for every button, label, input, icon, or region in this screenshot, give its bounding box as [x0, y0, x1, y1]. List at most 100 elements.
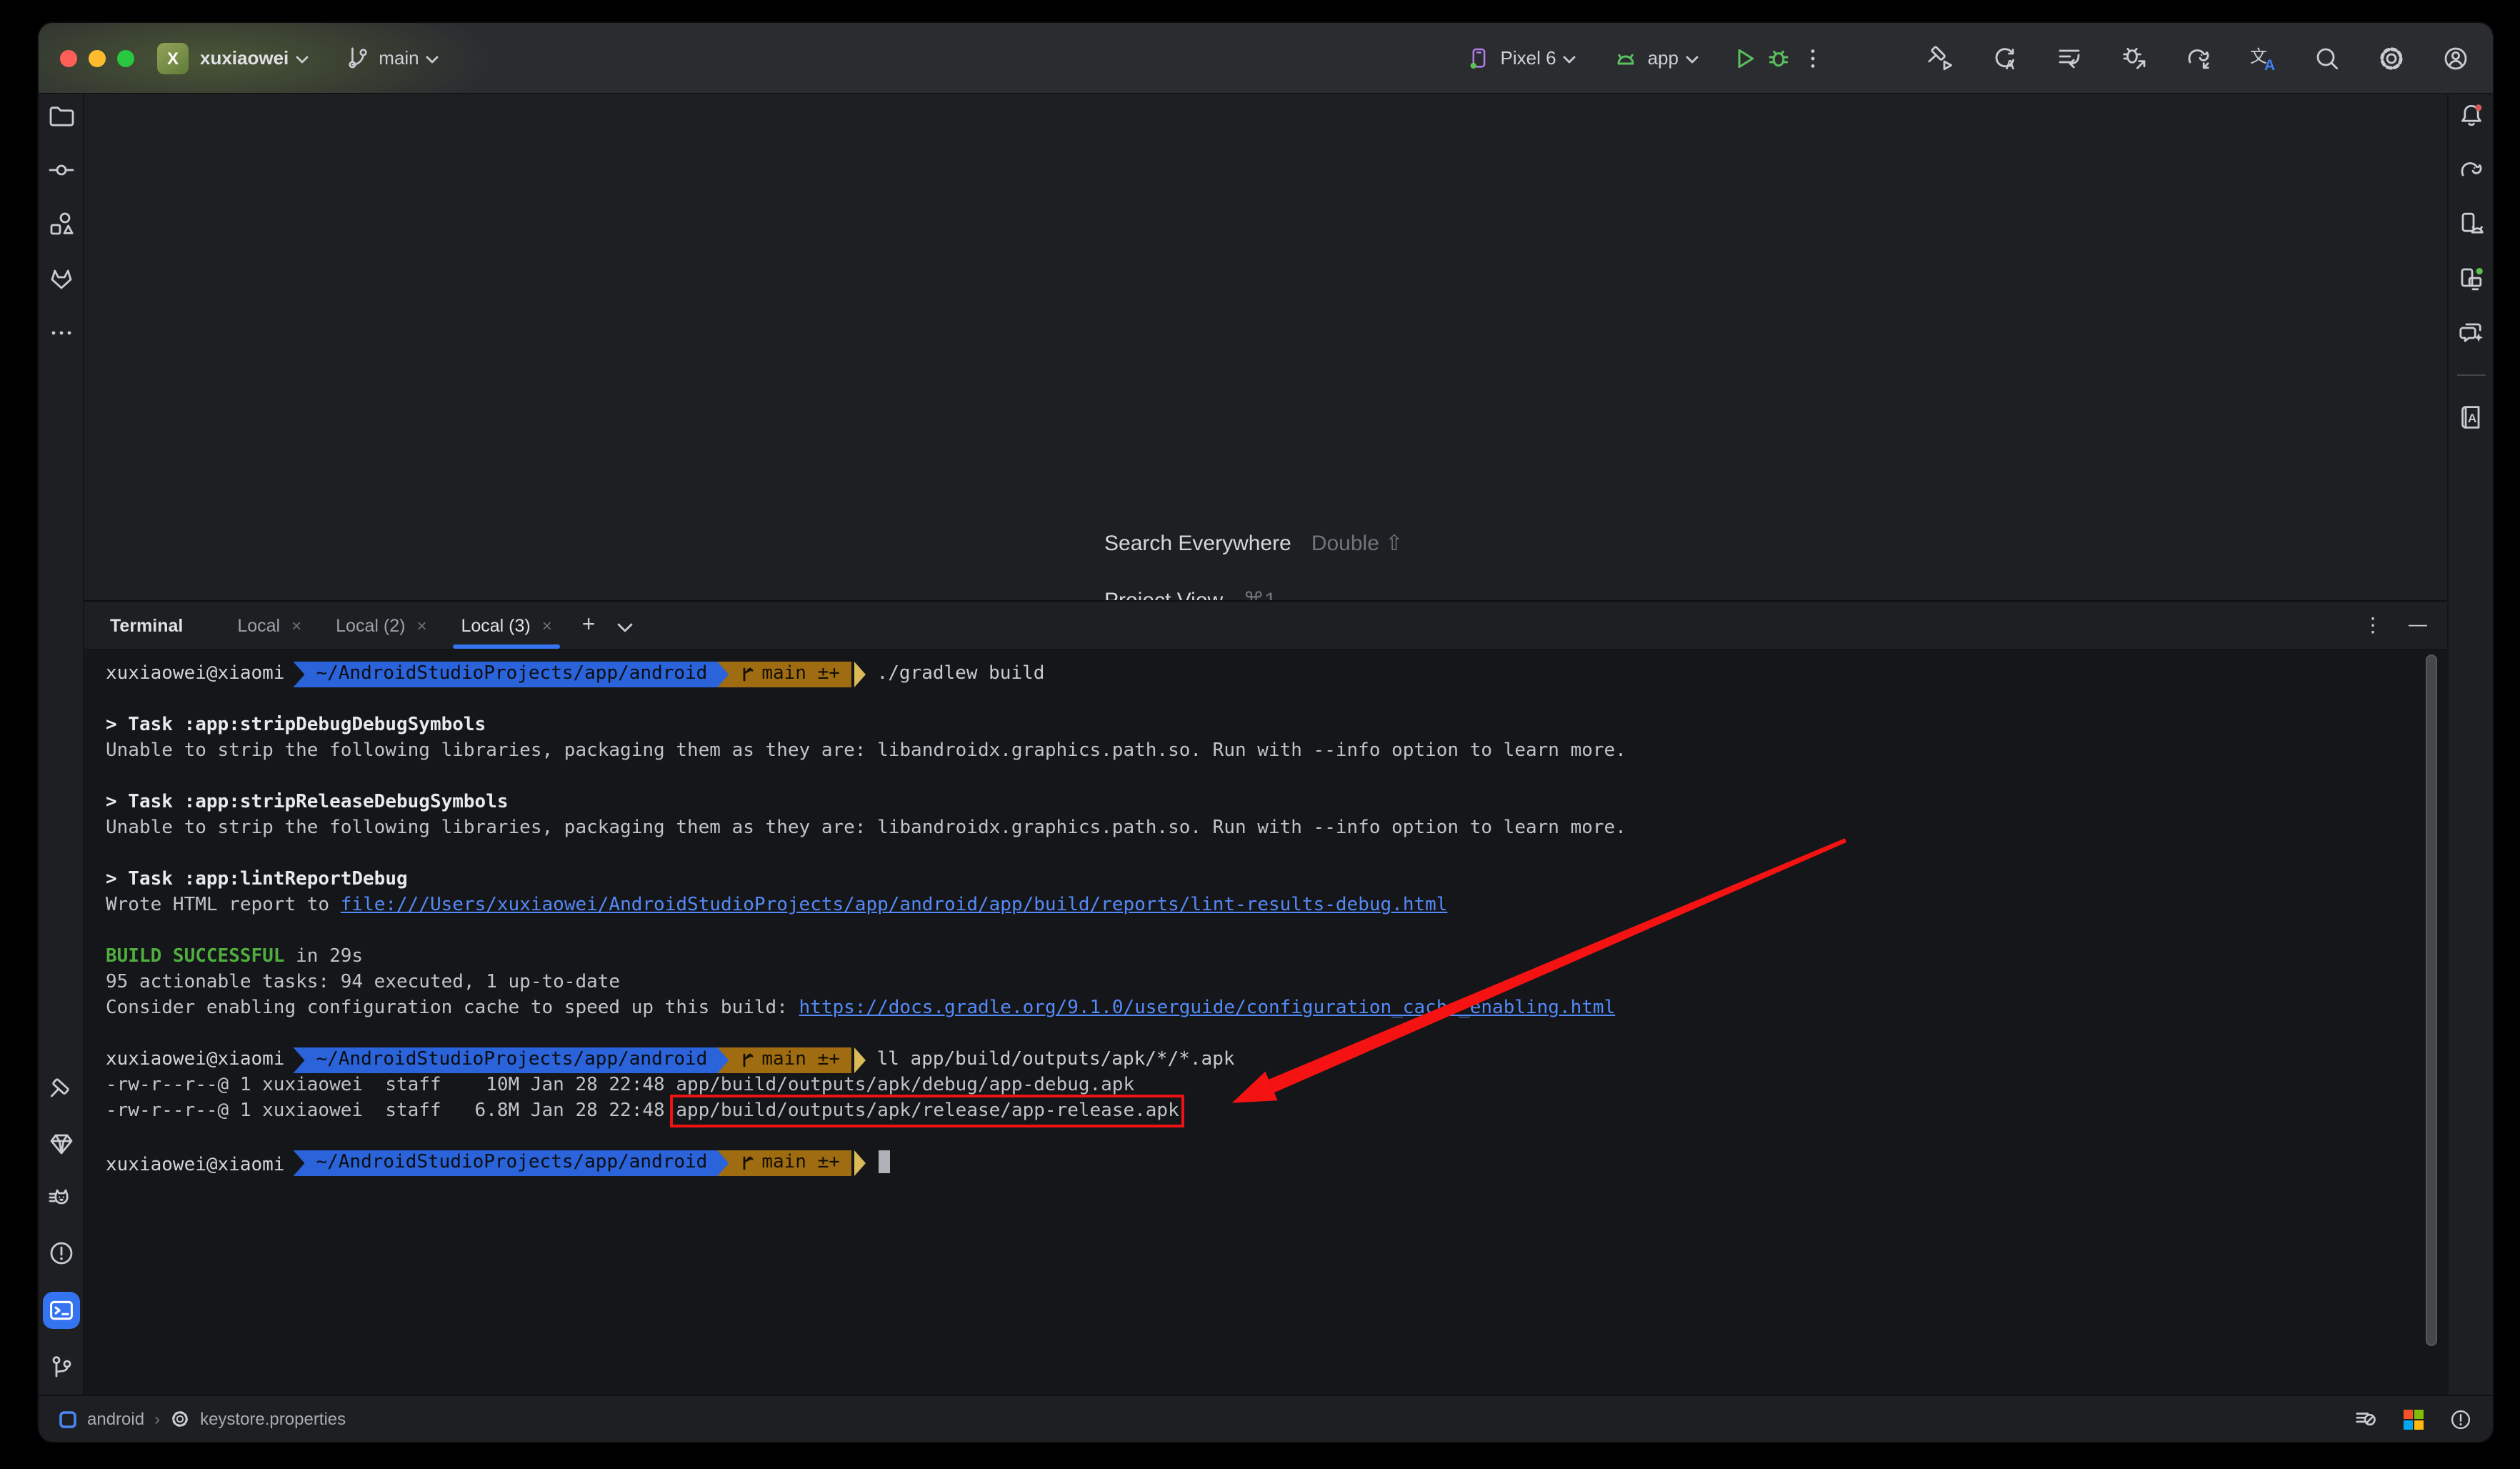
zoom-window-button[interactable] — [117, 49, 134, 66]
terminal-text: 95 actionable tasks: 94 executed, 1 up-t… — [106, 972, 620, 993]
terminal-text: -rw-r--r--@ 1 xuxiaowei staff 6.8M Jan 2… — [106, 1100, 676, 1122]
prompt-path-segment: ~/AndroidStudioProjects/app/android — [293, 662, 729, 687]
search-icon — [2313, 44, 2341, 72]
phone-android-icon — [2456, 210, 2485, 239]
reader-mode-off-icon[interactable] — [2354, 1407, 2379, 1431]
prompt-user: xuxiaowei@xiaomi — [106, 1155, 284, 1176]
close-window-button[interactable] — [60, 49, 77, 66]
terminal-text: Wrote HTML report to — [106, 895, 341, 916]
chat-sparkle-icon — [2456, 319, 2485, 347]
panel-minimize-button[interactable]: — — [2409, 612, 2427, 634]
terminal-blank-line — [106, 765, 2447, 790]
terminal-prompt-line: xuxiaowei@xiaomi~/AndroidStudioProjects/… — [106, 1150, 2447, 1176]
terminal-blank-line — [106, 842, 2447, 867]
terminal-text: Consider enabling configuration cache to… — [106, 997, 799, 1019]
android-icon — [1614, 45, 1639, 71]
tool-terminal-button[interactable] — [42, 1292, 79, 1329]
tool-resource-manager-button[interactable] — [45, 209, 76, 240]
close-icon[interactable]: × — [416, 615, 426, 635]
terminal-text: BUILD SUCCESSFUL — [106, 946, 284, 967]
breadcrumb[interactable]: android › keystore.properties — [59, 1409, 346, 1429]
commit-icon — [46, 156, 75, 184]
window-controls — [60, 49, 134, 66]
panel-options-button[interactable]: ⋮ — [2363, 613, 2383, 637]
svg-text:A: A — [2006, 57, 2015, 71]
tool-app-quality-insights-button[interactable] — [45, 1129, 76, 1160]
gradle-elephant-sync-icon — [2184, 44, 2213, 72]
terminal-panel: Terminal Local× Local (2)× Local (3)× + — [84, 602, 2447, 1395]
minimize-window-button[interactable] — [89, 49, 106, 66]
terminal-text: > Task :app:stripDebugDebugSymbols — [106, 714, 486, 736]
device-selector[interactable]: Pixel 6 — [1466, 45, 1576, 71]
close-icon[interactable]: × — [291, 615, 301, 635]
translate-button[interactable]: 文 A — [2246, 41, 2280, 75]
project-widget[interactable]: X xuxiaowei — [157, 42, 309, 74]
rerun-with-a-button[interactable]: A — [1989, 41, 2023, 75]
terminal-blank-line — [106, 1125, 2447, 1150]
terminal-link[interactable]: file:///Users/xuxiaowei/AndroidStudioPro… — [341, 895, 1448, 916]
terminal-output-line: Unable to strip the following libraries,… — [106, 816, 2447, 842]
apply-code-changes-button[interactable] — [2053, 41, 2087, 75]
vcs-widget[interactable]: main — [346, 46, 439, 70]
tab-local-2[interactable]: Local (2)× — [319, 602, 444, 649]
close-icon[interactable]: × — [542, 615, 552, 635]
prompt-user: xuxiaowei@xiaomi — [106, 1049, 284, 1070]
tool-dictionary-button[interactable]: A — [2455, 402, 2486, 433]
device-icon — [1466, 45, 1492, 71]
terminal-link[interactable]: https://docs.gradle.org/9.1.0/userguide/… — [799, 997, 1616, 1019]
microsoft-logo-icon[interactable] — [2403, 1408, 2424, 1430]
hammer-play-icon — [1927, 44, 1956, 72]
breadcrumb-module: android — [87, 1409, 144, 1429]
search-everywhere-button[interactable] — [2310, 41, 2344, 75]
tool-logcat-button[interactable] — [45, 1183, 76, 1215]
debug-button[interactable] — [1761, 41, 1796, 75]
folder-icon — [46, 101, 75, 130]
profile-button[interactable] — [2439, 41, 2473, 75]
terminal-output[interactable]: xuxiaowei@xiaomi ~/AndroidStudioProjects/… — [84, 650, 2447, 1395]
terminal-icon — [46, 1296, 75, 1325]
terminal-output-line: BUILD SUCCESSFUL in 29s — [106, 945, 2447, 970]
settings-button[interactable] — [2374, 41, 2409, 75]
terminal-blank-line — [106, 687, 2447, 713]
tool-more-button[interactable] — [45, 317, 76, 349]
translate-icon: 文 A — [2249, 44, 2277, 72]
editor-hint-project-view: Project View ⌘1 — [1104, 587, 1276, 600]
terminal-blank-line — [106, 1022, 2447, 1047]
right-tool-strip: A — [2447, 94, 2493, 1395]
terminal-text: Unable to strip the following libraries,… — [106, 740, 1626, 762]
restart-a-icon: A — [1991, 44, 2020, 72]
terminal-prompt-line: xuxiaowei@xiaomi~/AndroidStudioProjects/… — [106, 662, 2447, 687]
terminal-output-line: Consider enabling configuration cache to… — [106, 996, 2447, 1022]
tool-running-devices-button[interactable] — [2455, 263, 2486, 294]
tool-gemini-button[interactable] — [2455, 317, 2486, 349]
tool-gitlab-button[interactable] — [45, 263, 76, 294]
error-indicator-icon[interactable] — [2449, 1407, 2473, 1431]
branch-name: main — [379, 47, 419, 69]
device-name: Pixel 6 — [1501, 47, 1556, 69]
tool-notifications-button[interactable] — [2455, 100, 2486, 131]
build-run-button[interactable] — [1924, 41, 1959, 75]
new-tab-button[interactable]: + — [569, 612, 609, 638]
terminal-output-line: -rw-r--r--@ 1 xuxiaowei staff 6.8M Jan 2… — [106, 1099, 2447, 1125]
tool-device-manager-button[interactable] — [2455, 209, 2486, 240]
tool-commit-button[interactable] — [45, 154, 76, 186]
run-configuration-selector[interactable]: app — [1614, 45, 1699, 71]
tab-local-3[interactable]: Local (3)× — [444, 602, 569, 649]
tool-gradle-button[interactable] — [2455, 154, 2486, 186]
terminal-scrollbar[interactable] — [2426, 654, 2437, 1346]
gradle-sync-button[interactable] — [2181, 41, 2216, 75]
tool-project-button[interactable] — [45, 100, 76, 131]
attach-debugger-button[interactable] — [2117, 41, 2151, 75]
gear-icon — [170, 1409, 190, 1429]
more-actions-button[interactable] — [1796, 41, 1830, 75]
run-button[interactable] — [1727, 41, 1761, 75]
editor-hint-search-everywhere: Search Everywhere Double ⇧ — [1104, 530, 1403, 556]
terminal-output-line: Unable to strip the following libraries,… — [106, 739, 2447, 765]
git-branch-icon — [46, 1353, 75, 1382]
tool-git-button[interactable] — [45, 1352, 76, 1383]
tab-local-1[interactable]: Local× — [220, 602, 319, 649]
tab-dropdown-button[interactable] — [608, 617, 641, 637]
terminal-output-line: > Task :app:stripDebugDebugSymbols — [106, 713, 2447, 739]
tool-problems-button[interactable] — [45, 1238, 76, 1269]
tool-build-button[interactable] — [45, 1075, 76, 1106]
